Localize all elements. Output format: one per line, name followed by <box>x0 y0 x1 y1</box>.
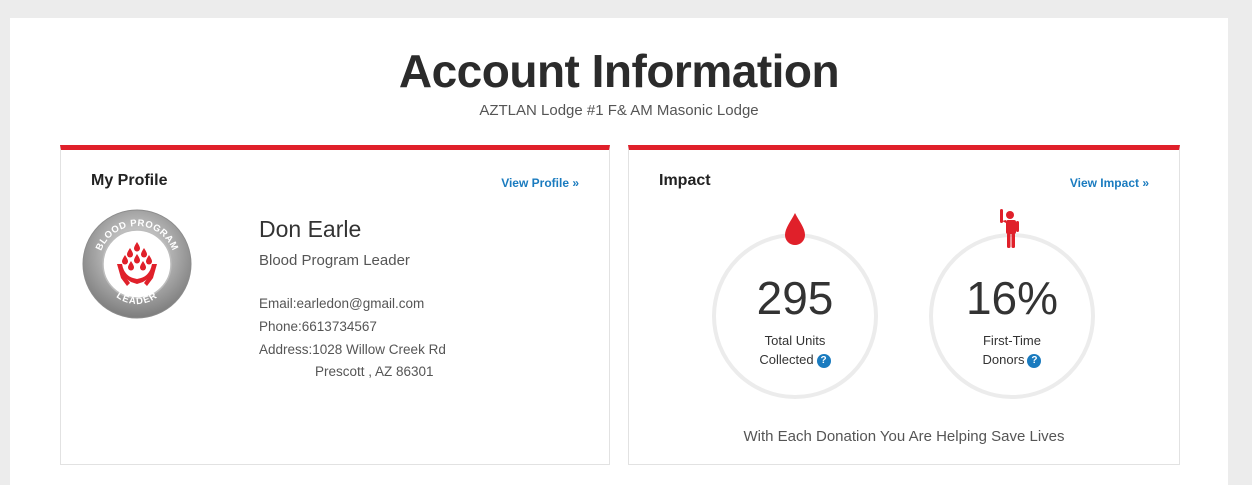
first-time-donors-stat: 16% First-Time Donors? <box>929 209 1095 399</box>
help-icon[interactable]: ? <box>816 353 831 368</box>
total-units-value: 295 <box>756 272 834 324</box>
profile-address-line2: Prescott , AZ 86301 <box>315 364 434 379</box>
profile-phone: Phone:6613734567 <box>259 319 377 334</box>
blood-program-leader-badge-icon: BLOOD PROGRAM LEADER <box>81 208 193 320</box>
person-raising-hand-icon <box>997 209 1025 254</box>
profile-card-title: My Profile <box>91 172 168 189</box>
impact-tagline: With Each Donation You Are Helping Save … <box>743 428 1065 445</box>
first-time-donors-value: 16% <box>965 272 1059 324</box>
profile-name: Don Earle <box>259 216 362 242</box>
view-impact-link[interactable]: View Impact » <box>1070 176 1149 190</box>
impact-card: Impact View Impact » 295 Total Units Col… <box>628 145 1180 465</box>
total-units-label: Total Units Collected? <box>712 331 878 369</box>
impact-card-title: Impact <box>659 172 711 189</box>
account-page: Account Information AZTLAN Lodge #1 F& A… <box>10 18 1228 485</box>
profile-address-line1: Address:1028 Willow Creek Rd <box>259 342 446 357</box>
page-title: Account Information <box>398 45 840 97</box>
first-time-donors-label: First-Time Donors? <box>982 333 1042 368</box>
blood-drop-icon <box>783 213 807 252</box>
profile-email: Email:earledon@gmail.com <box>259 296 425 311</box>
total-units-stat: 295 Total Units Collected? <box>712 213 878 399</box>
help-icon[interactable]: ? <box>1027 353 1042 368</box>
page-subtitle: AZTLAN Lodge #1 F& AM Masonic Lodge <box>479 102 759 119</box>
profile-card: My Profile View Profile » BLOOD PROGRAM <box>60 145 610 465</box>
view-profile-link[interactable]: View Profile » <box>501 176 579 190</box>
profile-role: Blood Program Leader <box>259 252 410 269</box>
